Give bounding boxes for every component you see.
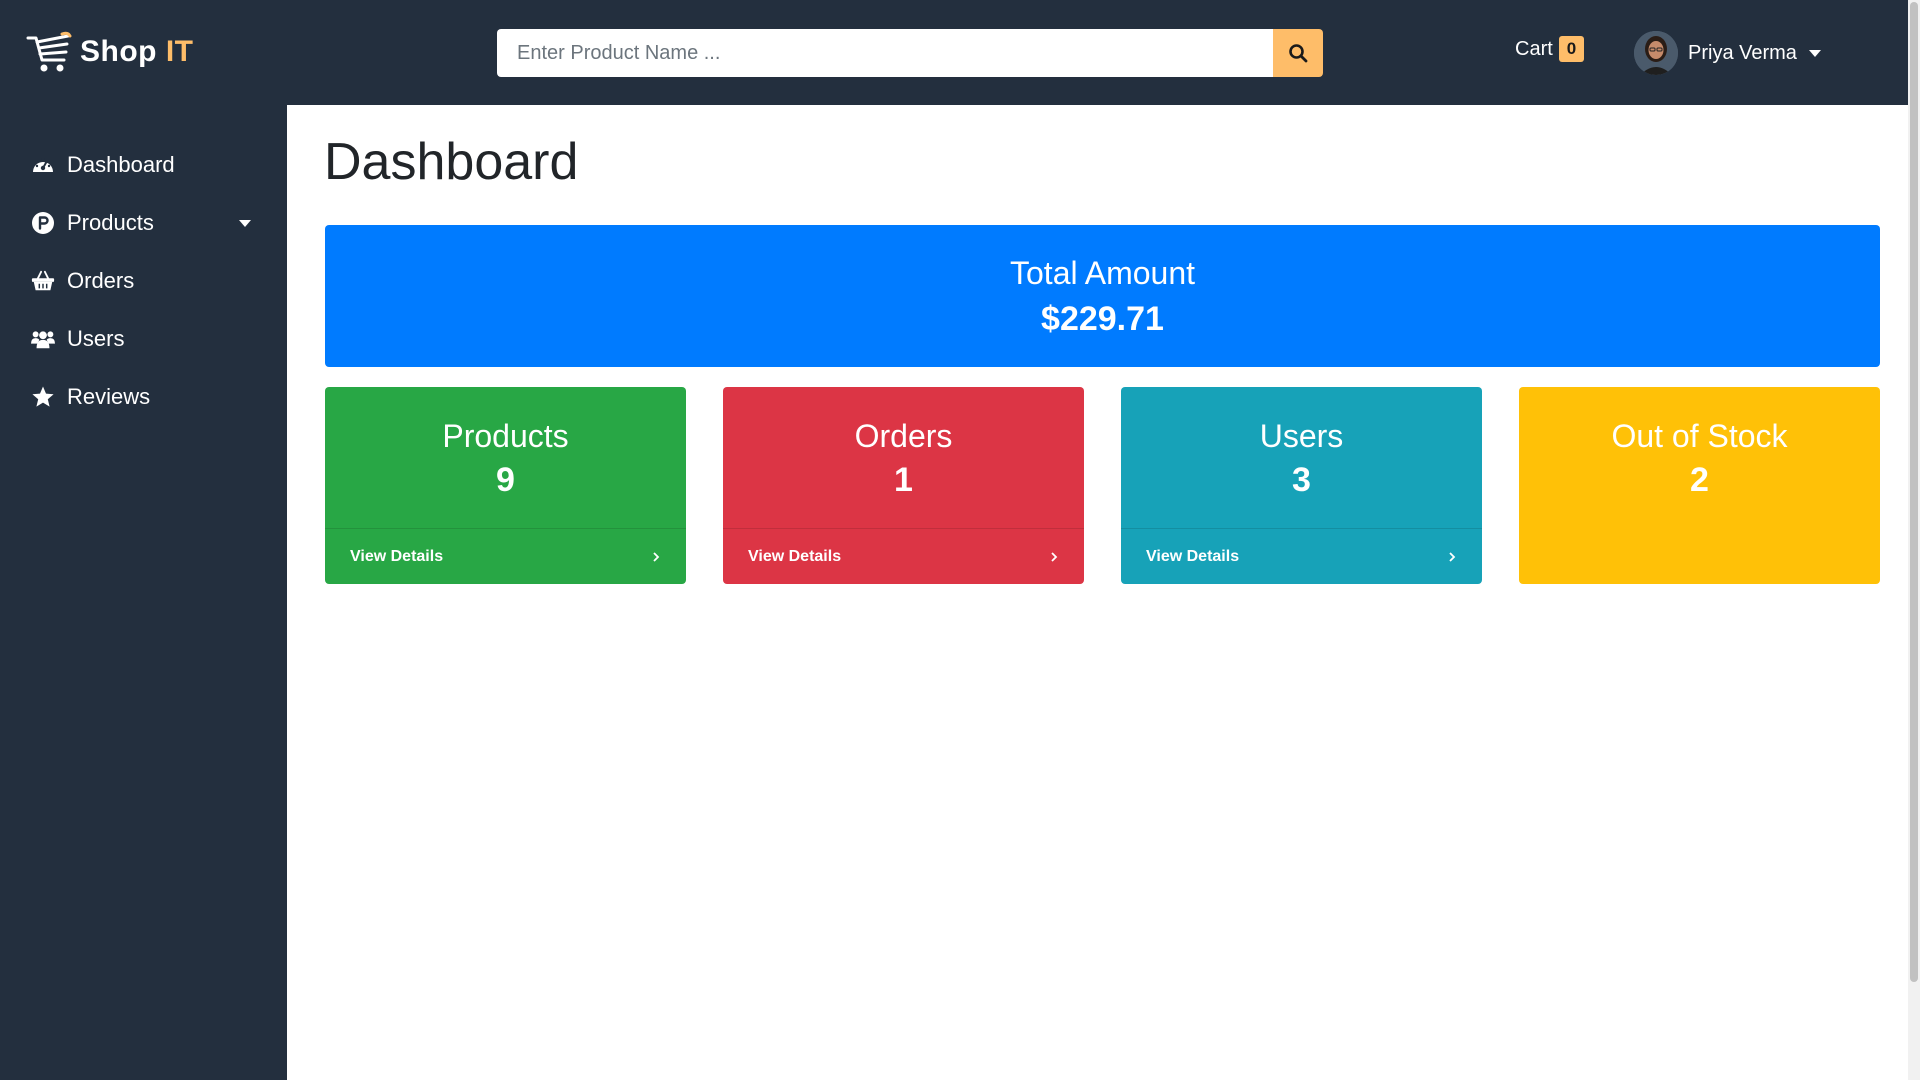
sidebar-item-reviews[interactable]: Reviews: [31, 377, 251, 417]
chevron-right-icon: [1051, 551, 1058, 562]
orders-view-details-link[interactable]: View Details: [723, 528, 1084, 584]
stat-label: Products: [442, 418, 569, 454]
stat-value: 2: [1690, 461, 1709, 499]
user-avatar-icon: [1634, 31, 1678, 75]
tachometer-icon: [31, 153, 55, 177]
stat-label: Orders: [854, 418, 953, 454]
chevron-right-icon: [1449, 551, 1456, 562]
sidebar: Dashboard Products Orders Users Reviews: [0, 105, 287, 1080]
sidebar-item-label: Products: [67, 210, 154, 235]
top-navbar: Shop IT Cart 0 Priya Verma: [0, 0, 1920, 105]
cart-count-badge: 0: [1558, 36, 1585, 62]
sidebar-item-products[interactable]: Products: [31, 203, 251, 243]
shopping-basket-icon: [31, 269, 55, 293]
orders-stat-card: Orders 1 View Details: [723, 387, 1084, 584]
brand-name: Shop IT: [80, 35, 194, 68]
cart-link[interactable]: Cart 0: [1515, 36, 1585, 62]
product-icon: [31, 211, 55, 235]
sidebar-item-label: Orders: [67, 268, 135, 293]
scrollbar-thumb[interactable]: [1910, 2, 1918, 982]
total-amount-card: Total Amount $229.71: [325, 225, 1880, 367]
users-stat-card: Users 3 View Details: [1121, 387, 1482, 584]
page-title: Dashboard: [324, 133, 579, 191]
total-amount-value: $229.71: [1041, 300, 1164, 338]
chevron-right-icon: [653, 551, 660, 562]
page-scrollbar[interactable]: [1908, 0, 1920, 1080]
cart-label: Cart: [1515, 37, 1553, 60]
shopping-cart-logo-icon: [26, 31, 72, 72]
stat-value: 3: [1292, 461, 1311, 499]
products-view-details-link[interactable]: View Details: [325, 528, 686, 584]
users-view-details-link[interactable]: View Details: [1121, 528, 1482, 584]
view-details-label: View Details: [350, 547, 444, 565]
search-button[interactable]: [1273, 29, 1323, 77]
users-icon: [31, 327, 55, 351]
avatar: [1634, 31, 1678, 75]
sidebar-item-users[interactable]: Users: [31, 319, 251, 359]
search-input[interactable]: [497, 29, 1273, 77]
sidebar-item-label: Dashboard: [67, 152, 175, 177]
sidebar-item-dashboard[interactable]: Dashboard: [31, 145, 251, 185]
sidebar-item-label: Reviews: [67, 384, 151, 409]
search-icon: [1289, 44, 1308, 63]
stat-value: 1: [894, 461, 913, 499]
sidebar-item-label: Users: [67, 326, 125, 351]
out-of-stock-stat-card: Out of Stock 2: [1519, 387, 1880, 584]
view-details-label: View Details: [748, 547, 842, 565]
total-amount-label: Total Amount: [1010, 255, 1195, 291]
view-details-label: View Details: [1146, 547, 1240, 565]
stat-label: Users: [1259, 418, 1344, 454]
star-icon: [31, 385, 55, 409]
chevron-down-icon: [1808, 49, 1821, 57]
stat-label: Out of Stock: [1611, 418, 1788, 454]
user-name: Priya Verma: [1688, 41, 1797, 64]
search-form: [497, 29, 1323, 77]
sidebar-item-orders[interactable]: Orders: [31, 261, 251, 301]
brand-logo-link[interactable]: Shop IT: [26, 30, 194, 74]
chevron-down-icon: [239, 220, 251, 227]
products-stat-card: Products 9 View Details: [325, 387, 686, 584]
stat-value: 9: [496, 461, 515, 499]
user-menu-dropdown[interactable]: Priya Verma: [1634, 31, 1821, 75]
